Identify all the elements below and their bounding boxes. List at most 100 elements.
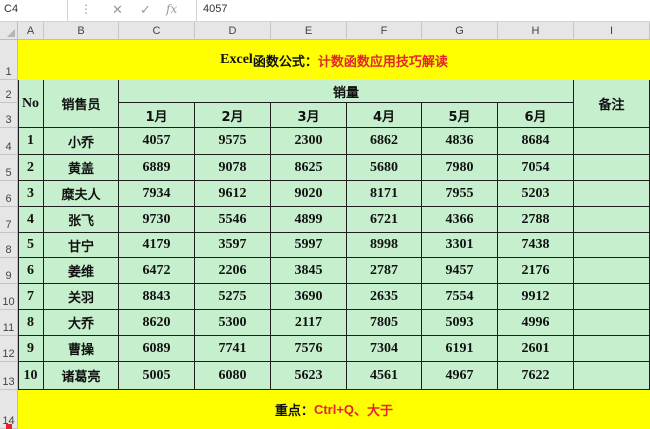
cell-sales-value[interactable]: 5680	[347, 155, 422, 181]
header-remark[interactable]: 备注	[574, 80, 650, 128]
cell-sales-value[interactable]: 4057	[119, 128, 195, 155]
cell-no[interactable]: 8	[18, 310, 44, 336]
cell-remark[interactable]	[574, 310, 650, 336]
row-header-2[interactable]: 2	[0, 80, 18, 103]
cell-remark[interactable]	[574, 336, 650, 362]
column-header-e[interactable]: E	[271, 22, 347, 40]
cell-sales-value[interactable]: 8684	[498, 128, 574, 155]
header-no[interactable]: No	[18, 80, 44, 128]
cell-sales-value[interactable]: 9912	[498, 284, 574, 310]
header-month[interactable]: 3月	[271, 103, 347, 128]
cell-sales-value[interactable]: 3690	[271, 284, 347, 310]
header-month[interactable]: 1月	[119, 103, 195, 128]
cell-sales-value[interactable]: 2117	[271, 310, 347, 336]
cell-no[interactable]: 10	[18, 362, 44, 390]
cell-salesperson[interactable]: 小乔	[44, 128, 119, 155]
row-header-5[interactable]: 5	[0, 155, 18, 181]
cell-sales-value[interactable]: 2787	[347, 258, 422, 284]
cell-salesperson[interactable]: 大乔	[44, 310, 119, 336]
cell-sales-value[interactable]: 7934	[119, 181, 195, 207]
cell-sales-value[interactable]: 5300	[195, 310, 271, 336]
cell-salesperson[interactable]: 关羽	[44, 284, 119, 310]
cell-sales-value[interactable]: 9457	[422, 258, 498, 284]
name-box[interactable]: C4	[0, 0, 68, 21]
cell-sales-value[interactable]: 2300	[271, 128, 347, 155]
row-header-4[interactable]: 4	[0, 128, 18, 155]
cell-no[interactable]: 3	[18, 181, 44, 207]
header-salesperson[interactable]: 销售员	[44, 80, 119, 128]
row-header-3[interactable]: 3	[0, 103, 18, 128]
row-header-6[interactable]: 6	[0, 181, 18, 207]
header-month[interactable]: 5月	[422, 103, 498, 128]
sheet-title[interactable]: Excel 函数公式： 计数函数应用技巧解读	[18, 40, 650, 80]
cell-sales-value[interactable]: 9078	[195, 155, 271, 181]
cell-sales-value[interactable]: 7576	[271, 336, 347, 362]
cell-sales-value[interactable]: 8620	[119, 310, 195, 336]
cell-remark[interactable]	[574, 284, 650, 310]
cell-salesperson[interactable]: 张飞	[44, 207, 119, 233]
column-header-i[interactable]: I	[574, 22, 650, 40]
cell-sales-value[interactable]: 9612	[195, 181, 271, 207]
cell-salesperson[interactable]: 糜夫人	[44, 181, 119, 207]
cell-sales-value[interactable]: 6721	[347, 207, 422, 233]
cell-sales-value[interactable]: 8171	[347, 181, 422, 207]
cell-sales-value[interactable]: 6862	[347, 128, 422, 155]
cell-sales-value[interactable]: 6889	[119, 155, 195, 181]
cell-sales-value[interactable]: 7622	[498, 362, 574, 390]
cell-sales-value[interactable]: 8843	[119, 284, 195, 310]
cell-sales-value[interactable]: 5093	[422, 310, 498, 336]
cell-sales-value[interactable]: 2176	[498, 258, 574, 284]
cell-sales-value[interactable]: 5005	[119, 362, 195, 390]
cell-sales-value[interactable]: 4836	[422, 128, 498, 155]
cell-sales-value[interactable]: 7955	[422, 181, 498, 207]
cell-sales-value[interactable]: 2206	[195, 258, 271, 284]
cell-sales-value[interactable]: 3301	[422, 233, 498, 258]
sheet-note[interactable]: 重点： Ctrl+Q 、 大于	[18, 390, 650, 429]
cell-remark[interactable]	[574, 155, 650, 181]
cell-no[interactable]: 9	[18, 336, 44, 362]
column-header-h[interactable]: H	[498, 22, 574, 40]
cell-salesperson[interactable]: 甘宁	[44, 233, 119, 258]
cell-sales-value[interactable]: 4179	[119, 233, 195, 258]
cell-sales-value[interactable]: 4899	[271, 207, 347, 233]
cell-sales-value[interactable]: 7980	[422, 155, 498, 181]
header-month[interactable]: 2月	[195, 103, 271, 128]
cell-sales-value[interactable]: 2635	[347, 284, 422, 310]
cell-sales-value[interactable]: 2788	[498, 207, 574, 233]
cell-sales-value[interactable]: 9020	[271, 181, 347, 207]
column-header-d[interactable]: D	[195, 22, 271, 40]
cell-sales-value[interactable]: 5546	[195, 207, 271, 233]
cell-sales-value[interactable]: 9730	[119, 207, 195, 233]
cell-sales-value[interactable]: 7554	[422, 284, 498, 310]
cell-sales-value[interactable]: 7304	[347, 336, 422, 362]
cell-sales-value[interactable]: 7805	[347, 310, 422, 336]
cell-sales-value[interactable]: 7741	[195, 336, 271, 362]
insert-function-icon[interactable]: fx	[166, 2, 177, 16]
cell-no[interactable]: 4	[18, 207, 44, 233]
cell-salesperson[interactable]: 黄盖	[44, 155, 119, 181]
cancel-icon[interactable]: ✕	[112, 2, 123, 18]
column-header-a[interactable]: A	[18, 22, 44, 40]
cell-sales-value[interactable]: 6080	[195, 362, 271, 390]
cell-sales-value[interactable]: 6089	[119, 336, 195, 362]
cell-no[interactable]: 2	[18, 155, 44, 181]
row-header-8[interactable]: 8	[0, 233, 18, 258]
row-header-10[interactable]: 10	[0, 284, 18, 310]
cell-sales-value[interactable]: 3845	[271, 258, 347, 284]
cell-sales-value[interactable]: 4561	[347, 362, 422, 390]
column-header-c[interactable]: C	[119, 22, 195, 40]
header-sales[interactable]: 销量	[119, 80, 574, 103]
cell-remark[interactable]	[574, 207, 650, 233]
enter-icon[interactable]: ✓	[140, 2, 151, 18]
header-month[interactable]: 4月	[347, 103, 422, 128]
formula-input[interactable]: 4057	[196, 0, 650, 21]
cell-sales-value[interactable]: 7054	[498, 155, 574, 181]
cell-sales-value[interactable]: 4967	[422, 362, 498, 390]
cell-sales-value[interactable]: 6472	[119, 258, 195, 284]
cell-sales-value[interactable]: 2601	[498, 336, 574, 362]
cell-no[interactable]: 5	[18, 233, 44, 258]
cell-remark[interactable]	[574, 258, 650, 284]
cell-sales-value[interactable]: 3597	[195, 233, 271, 258]
cell-remark[interactable]	[574, 181, 650, 207]
cell-no[interactable]: 7	[18, 284, 44, 310]
